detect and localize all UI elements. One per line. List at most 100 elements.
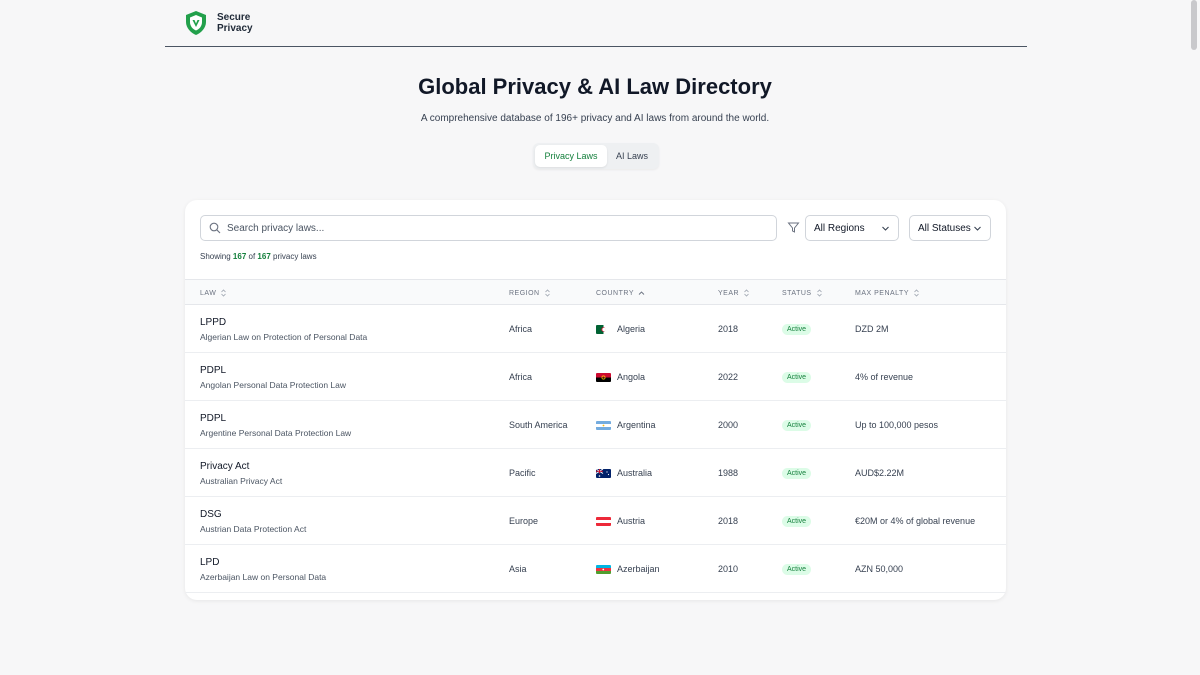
region-select[interactable]: All Regions <box>805 215 899 241</box>
page-subtitle: A comprehensive database of 196+ privacy… <box>420 113 770 124</box>
results-suffix: privacy laws <box>273 252 317 261</box>
region-cell: Asia <box>509 564 527 574</box>
table-row[interactable]: PDPL Angolan Personal Data Protection La… <box>185 353 1006 401</box>
column-label-status: STATUS <box>782 289 812 297</box>
table-row[interactable]: Privacy Act Australian Privacy Act Pacif… <box>185 449 1006 497</box>
penalty-cell: DZD 2M <box>855 324 889 334</box>
search-box[interactable] <box>200 215 777 241</box>
status-badge: Active <box>782 564 812 575</box>
status-select[interactable]: All Statuses <box>909 215 991 241</box>
results-of: of <box>248 252 256 261</box>
law-abbreviation: LPD <box>200 557 220 568</box>
algeria-flag-icon <box>596 324 611 334</box>
column-label-country: COUNTRY <box>596 289 634 297</box>
brand-logo[interactable]: Secure Privacy <box>183 10 253 36</box>
results-count: Showing 167 of 167 privacy laws <box>200 252 317 261</box>
results-prefix: Showing <box>200 252 231 261</box>
law-abbreviation: LPPD <box>200 317 227 328</box>
status-badge: Active <box>782 324 812 335</box>
country-cell: Algeria <box>596 324 645 334</box>
shield-logo-icon <box>186 11 206 35</box>
sort-icon <box>221 289 227 297</box>
page-scrollbar[interactable] <box>1188 0 1200 675</box>
table-body: LPPD Algerian Law on Protection of Perso… <box>185 305 1006 593</box>
table-row[interactable]: DSG Austrian Data Protection Act Europe … <box>185 497 1006 545</box>
status-badge: Active <box>782 468 812 479</box>
sort-icon <box>816 289 822 297</box>
sort-icon <box>744 289 749 297</box>
law-abbreviation: Privacy Act <box>200 461 250 472</box>
column-header-year[interactable]: YEAR <box>718 280 750 306</box>
country-name: Azerbaijan <box>617 564 660 574</box>
column-label-max-penalty: MAX PENALTY <box>855 289 909 297</box>
penalty-cell: AUD$2.22M <box>855 468 905 478</box>
law-full-name: Argentine Personal Data Protection Law <box>200 428 352 438</box>
law-directory-card: All Regions All Statuses Showing 167 of … <box>185 200 1006 600</box>
country-cell: Angola <box>596 372 645 382</box>
year-cell: 2000 <box>718 420 739 430</box>
status-badge: Active <box>782 516 812 527</box>
law-full-name: Austrian Data Protection Act <box>200 524 307 534</box>
angola-flag-icon <box>596 372 611 382</box>
penalty-cell: AZN 50,000 <box>855 564 904 574</box>
column-header-country[interactable]: COUNTRY <box>596 280 645 306</box>
tab-ai-laws[interactable]: AI Laws <box>607 145 657 167</box>
tab-privacy-laws[interactable]: Privacy Laws <box>535 145 607 167</box>
region-select-value: All Regions <box>814 222 865 234</box>
law-type-tabs: Privacy Laws AI Laws <box>533 143 659 169</box>
chevron-down-icon <box>974 226 981 231</box>
status-badge: Active <box>782 372 812 383</box>
law-abbreviation: PDPL <box>200 413 227 424</box>
azerbaijan-flag-icon <box>596 564 611 574</box>
law-abbreviation: PDPL <box>200 365 227 376</box>
page-title: Global Privacy & AI Law Directory <box>418 74 772 99</box>
column-header-status[interactable]: STATUS <box>782 280 823 306</box>
country-name: Angola <box>617 372 646 382</box>
table-row[interactable]: LPD Azerbaijan Law on Personal Data Asia… <box>185 545 1006 593</box>
region-cell: Europe <box>509 516 539 526</box>
brand-line-1: Secure <box>217 12 251 23</box>
chevron-down-icon <box>882 226 889 231</box>
chevron-up-icon <box>638 291 645 295</box>
penalty-cell: €20M or 4% of global revenue <box>855 516 976 526</box>
region-cell: Pacific <box>509 468 536 478</box>
sort-icon <box>914 289 919 297</box>
sort-icon <box>544 289 550 297</box>
year-cell: 2010 <box>718 564 739 574</box>
column-header-law[interactable]: LAW <box>200 280 227 306</box>
country-name: Austria <box>617 516 646 526</box>
region-cell: South America <box>509 420 568 430</box>
law-full-name: Algerian Law on Protection of Personal D… <box>200 332 368 342</box>
penalty-cell: 4% of revenue <box>855 372 914 382</box>
country-name: Australia <box>617 468 653 478</box>
australia-flag-icon <box>596 468 611 478</box>
results-shown: 167 <box>232 252 247 261</box>
law-abbreviation: DSG <box>200 509 222 520</box>
table-row[interactable]: PDPL Argentine Personal Data Protection … <box>185 401 1006 449</box>
law-full-name: Australian Privacy Act <box>200 476 283 486</box>
column-label-region: REGION <box>509 289 540 297</box>
country-cell: Argentina <box>596 420 656 430</box>
year-cell: 2018 <box>718 516 739 526</box>
year-cell: 2022 <box>718 372 739 382</box>
region-cell: Africa <box>509 372 533 382</box>
status-select-value: All Statuses <box>918 222 971 234</box>
law-full-name: Angolan Personal Data Protection Law <box>200 380 347 390</box>
country-name: Argentina <box>617 420 656 430</box>
country-cell: Austria <box>596 516 645 526</box>
column-label-year: YEAR <box>718 289 740 297</box>
filter-icon[interactable] <box>787 221 800 234</box>
year-cell: 2018 <box>718 324 739 334</box>
country-cell: Australia <box>596 468 652 478</box>
brand-name: Secure Privacy <box>217 12 253 34</box>
argentina-flag-icon <box>596 420 611 430</box>
scrollbar-thumb[interactable] <box>1191 0 1197 50</box>
penalty-cell: Up to 100,000 pesos <box>855 420 939 430</box>
table-row[interactable]: LPPD Algerian Law on Protection of Perso… <box>185 305 1006 353</box>
country-name: Algeria <box>617 324 646 334</box>
column-header-region[interactable]: REGION <box>509 280 551 306</box>
brand-line-2: Privacy <box>217 23 253 34</box>
column-header-max-penalty[interactable]: MAX PENALTY <box>855 280 920 306</box>
country-cell: Azerbaijan <box>596 564 660 574</box>
search-input[interactable] <box>227 222 767 234</box>
